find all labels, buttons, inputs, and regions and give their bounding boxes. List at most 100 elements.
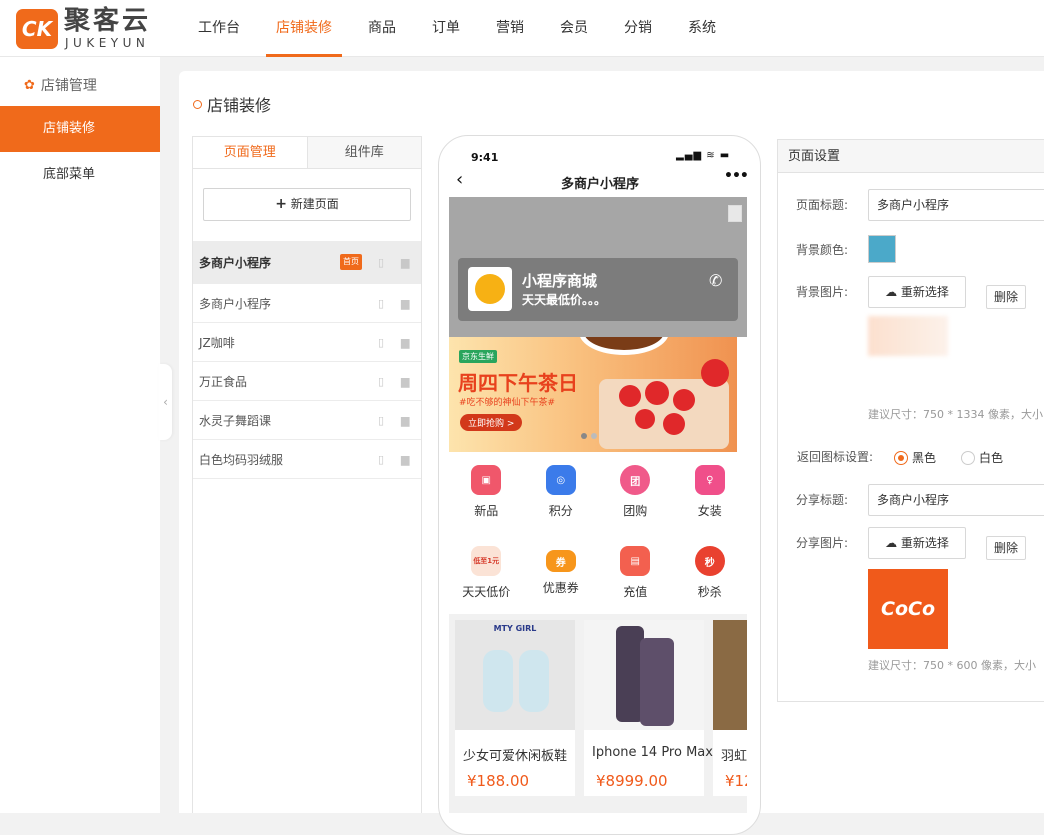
bg-color-picker[interactable] bbox=[868, 235, 896, 263]
page-name: JZ咖啡 bbox=[199, 335, 235, 350]
share-image-reselect-button[interactable]: ☁ 重新选择 bbox=[868, 527, 966, 559]
tab-component-library[interactable]: 组件库 bbox=[307, 137, 421, 168]
promo-tag: 京东生鲜 bbox=[459, 350, 497, 363]
store-logo bbox=[468, 267, 512, 311]
grid-item-coupon[interactable]: 券优惠券 bbox=[524, 546, 599, 600]
page-list-item[interactable]: 万正食品 ▯ ▆ bbox=[193, 362, 421, 401]
logo-icon[interactable]: CK bbox=[16, 9, 58, 49]
page-name: 万正食品 bbox=[199, 374, 248, 389]
grid-item-low-price[interactable]: 低至1元 天天低价 bbox=[449, 546, 524, 600]
nav-item-members[interactable]: 会员 bbox=[550, 0, 598, 57]
radio-white[interactable]: 白色 bbox=[961, 449, 1003, 466]
new-page-button[interactable]: + 新建页面 bbox=[203, 188, 411, 221]
panel-tabs: 页面管理 组件库 bbox=[193, 137, 421, 169]
page-title-input[interactable]: 多商户小程序 bbox=[868, 189, 1044, 221]
store-name: 小程序商城 bbox=[522, 272, 598, 290]
page-list-item[interactable]: JZ咖啡 ▯ ▆ bbox=[193, 323, 421, 362]
grid-item-new[interactable]: ▣ 新品 bbox=[449, 465, 524, 519]
share-title-label: 分享标题: bbox=[796, 493, 849, 507]
grid-item-group-buy[interactable]: 团团购 bbox=[598, 465, 673, 519]
trash-icon[interactable]: ▆ bbox=[401, 256, 409, 269]
trash-icon[interactable]: ▆ bbox=[401, 453, 409, 466]
recharge-icon: ▤ bbox=[620, 546, 651, 576]
page-title: 店铺装修 bbox=[193, 92, 271, 116]
copy-page-icon[interactable]: ▯ bbox=[378, 297, 384, 310]
grid-label: 团购 bbox=[623, 504, 648, 518]
share-image-preview: CoCo bbox=[868, 569, 948, 649]
share-title-input[interactable]: 多商户小程序 bbox=[868, 484, 1044, 516]
main-nav: 工作台 店铺装修 商品 订单 营销 会员 分销 系统 bbox=[188, 0, 742, 57]
page-list-item[interactable]: 白色均码羽绒服 ▯ ▆ bbox=[193, 440, 421, 479]
product-card[interactable]: 羽虹 ¥12 bbox=[713, 620, 747, 796]
page-name: 多商户小程序 bbox=[199, 255, 272, 270]
more-icon[interactable]: ••• bbox=[724, 168, 749, 184]
back-icon-label: 返回图标设置: bbox=[797, 450, 874, 464]
group-buy-icon: 团 bbox=[620, 465, 651, 495]
grid-item-points[interactable]: ◎ 积分 bbox=[524, 465, 599, 519]
page-list-item[interactable]: 多商户小程序 ▯ ▆ bbox=[193, 284, 421, 323]
trash-icon[interactable]: ▆ bbox=[401, 336, 409, 349]
radio-label: 黑色 bbox=[912, 451, 937, 465]
share-image-delete-button[interactable]: 删除 bbox=[986, 536, 1026, 560]
product-card[interactable]: MTY GIRL 少女可爱休闲板鞋 ¥188.00 bbox=[455, 620, 575, 796]
product-card[interactable]: Iphone 14 Pro Max ¥8999.00 bbox=[584, 620, 713, 796]
grid-label: 秒杀 bbox=[697, 585, 722, 599]
collapse-sidebar-handle[interactable]: ‹ bbox=[159, 364, 172, 440]
radio-black[interactable]: 黑色 bbox=[894, 449, 936, 466]
back-arrow-icon[interactable]: ‹ bbox=[456, 169, 463, 190]
grid-item-flash-sale[interactable]: 秒秒杀 bbox=[673, 546, 748, 600]
page-title-text: 店铺装修 bbox=[207, 96, 272, 115]
grid-label: 新品 bbox=[474, 504, 499, 518]
copy-page-icon[interactable]: ▯ bbox=[378, 336, 384, 349]
nav-item-distribution[interactable]: 分销 bbox=[614, 0, 662, 57]
nav-grid-row: ▣ 新品 ◎ 积分 团团购 ♀ 女装 bbox=[449, 465, 747, 519]
page-manager-panel: 页面管理 组件库 + 新建页面 多商户小程序 首页 ▯ ▆ 多商户小程序 ▯ ▆… bbox=[192, 136, 422, 813]
nav-item-system[interactable]: 系统 bbox=[678, 0, 726, 57]
sidebar-item-bottom-menu[interactable]: 底部菜单 bbox=[0, 152, 160, 198]
nav-item-store-decoration[interactable]: 店铺装修 bbox=[266, 0, 342, 57]
image-placeholder-icon bbox=[728, 205, 742, 222]
nav-item-products[interactable]: 商品 bbox=[358, 0, 406, 57]
status-bar-icons: ▂▄▆ ≋ ▬ bbox=[676, 150, 731, 161]
copy-page-icon[interactable]: ▯ bbox=[378, 256, 384, 269]
grid-item-womenswear[interactable]: ♀ 女装 bbox=[673, 465, 748, 519]
product-name: 少女可爱休闲板鞋 bbox=[463, 749, 568, 764]
trash-icon[interactable]: ▆ bbox=[401, 375, 409, 388]
page-title-label: 页面标题: bbox=[796, 198, 849, 212]
bg-image-delete-button[interactable]: 删除 bbox=[986, 285, 1026, 309]
gear-icon: ✿ bbox=[24, 77, 35, 93]
bg-color-label: 背景颜色: bbox=[796, 243, 849, 257]
promo-buy-button[interactable]: 立即抢购 > bbox=[460, 414, 523, 431]
bg-image-label: 背景图片: bbox=[796, 285, 849, 299]
grid-label: 充值 bbox=[623, 585, 648, 599]
page-list-item[interactable]: 多商户小程序 首页 ▯ ▆ bbox=[193, 241, 421, 284]
nav-item-marketing[interactable]: 营销 bbox=[486, 0, 534, 57]
page-list-item[interactable]: 水灵子舞蹈课 ▯ ▆ bbox=[193, 401, 421, 440]
trash-icon[interactable]: ▆ bbox=[401, 414, 409, 427]
bg-image-reselect-button[interactable]: ☁ 重新选择 bbox=[868, 276, 966, 308]
product-price: ¥188.00 bbox=[467, 772, 530, 790]
sidebar-group-label: 店铺管理 bbox=[40, 78, 97, 94]
nav-item-workbench[interactable]: 工作台 bbox=[188, 0, 250, 57]
grid-label: 优惠券 bbox=[542, 581, 579, 595]
promo-subtitle: #吃不够的神仙下午茶# bbox=[459, 398, 556, 408]
nav-item-orders[interactable]: 订单 bbox=[422, 0, 470, 57]
promo-banner[interactable]: 京东生鲜 周四下午茶日 #吃不够的神仙下午茶# 立即抢购 > bbox=[449, 337, 737, 452]
plus-icon: + bbox=[275, 196, 287, 212]
radio-label: 白色 bbox=[979, 451, 1004, 465]
grid-item-recharge[interactable]: ▤ 充值 bbox=[598, 546, 673, 600]
new-page-label: 新建页面 bbox=[290, 197, 339, 211]
copy-page-icon[interactable]: ▯ bbox=[378, 414, 384, 427]
phone-icon[interactable]: ✆ bbox=[709, 271, 722, 290]
sidebar-group-store-management[interactable]: ✿ 店铺管理 bbox=[24, 75, 97, 95]
status-time: 9:41 bbox=[471, 151, 499, 164]
share-image-label: 分享图片: bbox=[796, 536, 849, 550]
promo-headline: 周四下午茶日 bbox=[458, 371, 578, 395]
bg-size-hint: 建议尺寸：750 * 1334 像素，大小 bbox=[868, 408, 1043, 421]
sidebar-item-store-decoration[interactable]: 店铺装修 bbox=[0, 106, 160, 152]
product-name: 羽虹 bbox=[721, 749, 747, 764]
tab-page-management[interactable]: 页面管理 bbox=[193, 137, 308, 168]
copy-page-icon[interactable]: ▯ bbox=[378, 375, 384, 388]
trash-icon[interactable]: ▆ bbox=[401, 297, 409, 310]
copy-page-icon[interactable]: ▯ bbox=[378, 453, 384, 466]
